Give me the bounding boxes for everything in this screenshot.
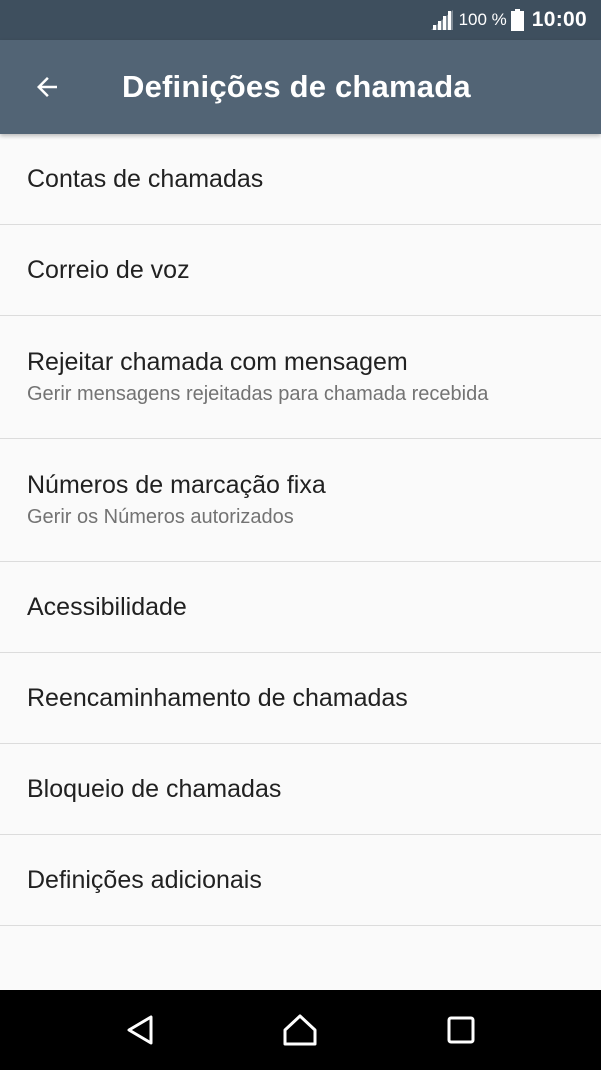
signal-icon bbox=[430, 10, 453, 30]
triangle-back-icon bbox=[127, 1015, 153, 1045]
settings-item-call-accounts[interactable]: Contas de chamadas bbox=[0, 134, 601, 225]
battery-icon bbox=[510, 9, 524, 31]
item-title: Reencaminhamento de chamadas bbox=[27, 684, 408, 712]
settings-item-call-blocking[interactable]: Bloqueio de chamadas bbox=[0, 744, 601, 835]
nav-recents-button[interactable] bbox=[421, 995, 501, 1065]
back-button[interactable] bbox=[12, 52, 82, 122]
battery-percent: 100 % bbox=[458, 10, 507, 29]
item-subtitle: Gerir mensagens rejeitadas para chamada … bbox=[27, 383, 489, 405]
app-bar: Definições de chamada bbox=[0, 40, 601, 134]
item-title: Acessibilidade bbox=[27, 593, 187, 621]
navigation-bar bbox=[0, 990, 601, 1070]
settings-item-fixed-dialing[interactable]: Números de marcação fixa Gerir os Número… bbox=[0, 439, 601, 562]
item-title: Contas de chamadas bbox=[27, 165, 264, 193]
item-title: Definições adicionais bbox=[27, 866, 262, 894]
page-title: Definições de chamada bbox=[122, 69, 471, 104]
settings-item-additional[interactable]: Definições adicionais bbox=[0, 835, 601, 926]
item-title: Bloqueio de chamadas bbox=[27, 775, 282, 803]
settings-item-accessibility[interactable]: Acessibilidade bbox=[0, 562, 601, 653]
nav-back-button[interactable] bbox=[100, 995, 180, 1065]
screen: 100 % 10:00 Definições de chamada Contas… bbox=[0, 0, 601, 1070]
nav-home-button[interactable] bbox=[260, 995, 340, 1065]
item-title: Correio de voz bbox=[27, 256, 190, 284]
item-subtitle: Gerir os Números autorizados bbox=[27, 506, 294, 528]
settings-item-reject-with-message[interactable]: Rejeitar chamada com mensagem Gerir mens… bbox=[0, 316, 601, 439]
item-title: Rejeitar chamada com mensagem bbox=[27, 348, 408, 376]
square-recents-icon bbox=[447, 1016, 475, 1044]
settings-item-call-forwarding[interactable]: Reencaminhamento de chamadas bbox=[0, 653, 601, 744]
home-icon bbox=[283, 1014, 317, 1046]
arrow-back-icon bbox=[37, 77, 57, 97]
status-bar: 100 % 10:00 bbox=[0, 0, 601, 40]
settings-item-voicemail[interactable]: Correio de voz bbox=[0, 225, 601, 316]
settings-list: Contas de chamadas Correio de voz Rejeit… bbox=[0, 134, 601, 926]
item-title: Números de marcação fixa bbox=[27, 471, 326, 499]
status-clock: 10:00 bbox=[531, 8, 587, 31]
